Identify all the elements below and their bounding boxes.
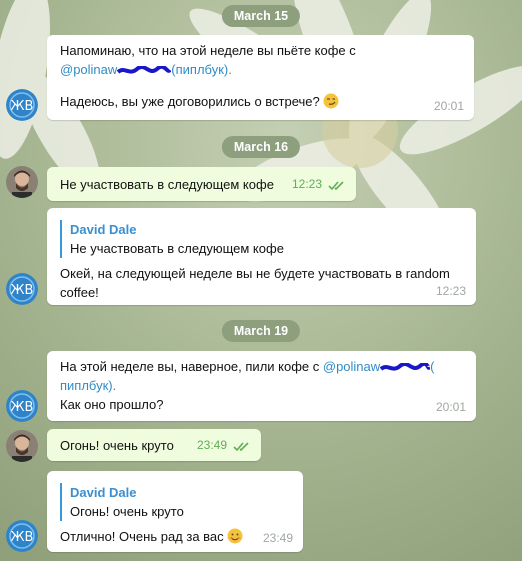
- message-text: coffee!: [60, 285, 99, 300]
- date-separator: March 15: [221, 5, 301, 27]
- message-time: 20:01: [435, 400, 466, 414]
- date-separator: March 19: [221, 320, 301, 342]
- smile-emoji-icon: [227, 528, 243, 544]
- message-time: 12:23: [435, 284, 466, 298]
- quote-text: Огонь! очень круто: [70, 504, 184, 519]
- svg-text:ЖВ: ЖВ: [11, 283, 34, 298]
- message-text: Как оно прошло?: [60, 397, 164, 412]
- bot-avatar[interactable]: ЖВ: [6, 273, 38, 305]
- double-check-icon: [328, 181, 344, 191]
- outgoing-message[interactable]: Не участвовать в следующем кофе 12:23: [47, 167, 356, 201]
- bot-avatar[interactable]: ЖВ: [6, 390, 38, 422]
- svg-text:ЖВ: ЖВ: [11, 400, 34, 415]
- message-text: Отлично! Очень рад за вас: [60, 529, 224, 544]
- user-avatar[interactable]: [6, 166, 38, 198]
- reply-quote[interactable]: David Dale Огонь! очень круто: [60, 483, 243, 521]
- reply-quote[interactable]: David Dale Не участвовать в следующем ко…: [60, 220, 450, 258]
- quote-author: David Dale: [70, 222, 137, 237]
- svg-text:ЖВ: ЖВ: [11, 99, 34, 114]
- bot-avatar[interactable]: ЖВ: [6, 520, 38, 552]
- incoming-message[interactable]: На этой неделе вы, наверное, пили кофе с…: [47, 351, 476, 421]
- mention-link[interactable]: @polinaw: [60, 62, 117, 77]
- message-text: Огонь! очень круто: [60, 438, 174, 453]
- message-text: Напоминаю, что на этой неделе вы пьёте к…: [60, 43, 356, 58]
- message-text: Окей, на следующей неделе вы не будете у…: [60, 266, 450, 281]
- bot-avatar[interactable]: ЖВ: [6, 89, 38, 121]
- message-text: На этой неделе вы, наверное, пили кофе с: [60, 359, 323, 374]
- outgoing-message[interactable]: Огонь! очень круто 23:49: [47, 429, 261, 461]
- date-separator: March 16: [221, 136, 301, 158]
- mention-link-suffix[interactable]: (пиплбук).: [171, 62, 232, 77]
- incoming-message[interactable]: Напоминаю, что на этой неделе вы пьёте к…: [47, 35, 474, 120]
- incoming-message[interactable]: David Dale Огонь! очень круто Отлично! О…: [47, 471, 303, 552]
- message-text: Надеюсь, вы уже договорились о встрече?: [60, 94, 320, 109]
- redaction-scribble: [380, 362, 431, 371]
- mention-link[interactable]: @polinaw: [323, 359, 380, 374]
- message-text: Не участвовать в следующем кофе: [60, 177, 274, 192]
- mention-link-suffix[interactable]: (: [430, 359, 434, 374]
- message-time: 20:01: [433, 99, 464, 113]
- message-time: 12:23: [291, 177, 322, 191]
- message-time: 23:49: [196, 438, 227, 452]
- double-check-icon: [233, 442, 249, 452]
- quote-author: David Dale: [70, 485, 137, 500]
- smirk-emoji-icon: [323, 93, 339, 109]
- mention-link[interactable]: пиплбук).: [60, 378, 116, 393]
- message-time: 23:49: [262, 531, 293, 545]
- user-avatar[interactable]: [6, 430, 38, 462]
- redaction-scribble: [117, 65, 172, 74]
- svg-text:ЖВ: ЖВ: [11, 530, 34, 545]
- incoming-message[interactable]: David Dale Не участвовать в следующем ко…: [47, 208, 476, 305]
- quote-text: Не участвовать в следующем кофе: [70, 241, 284, 256]
